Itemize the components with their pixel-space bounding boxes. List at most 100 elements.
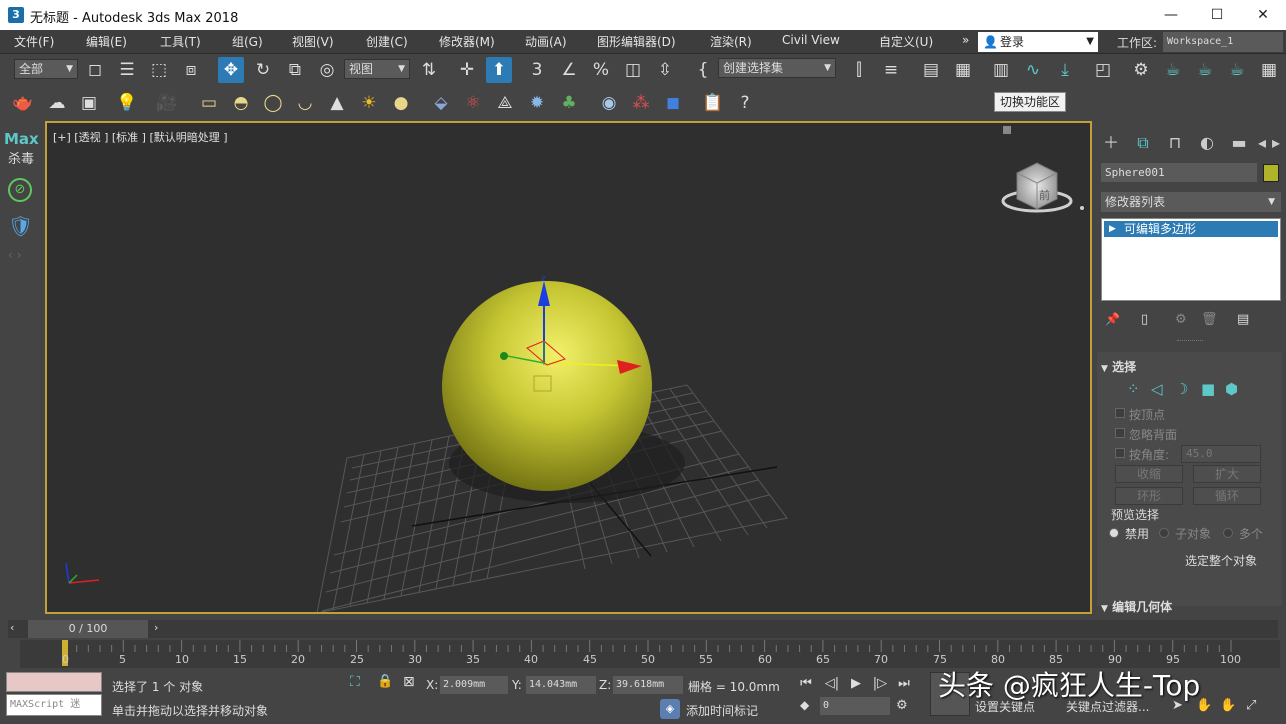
menu-customize[interactable]: 自定义(U)	[879, 33, 933, 50]
spinner-snap-icon[interactable]: ◫	[620, 57, 646, 83]
select-manipulate-icon[interactable]: ✛	[454, 57, 480, 83]
hemisphere-icon[interactable]: ◓	[228, 90, 254, 116]
object-name-field[interactable]: Sphere001	[1101, 163, 1257, 182]
minimize-button[interactable]: —	[1148, 0, 1194, 30]
rendered-frame-window-icon[interactable]: ☕	[1160, 57, 1186, 83]
rectangular-selection-icon[interactable]: ⬚	[146, 57, 172, 83]
element-mode-icon[interactable]: ⬢	[1225, 380, 1238, 398]
maxscript-listener[interactable]	[6, 672, 102, 692]
expand-arrow-icon[interactable]: ▶	[1109, 221, 1116, 237]
select-and-scale-icon[interactable]: ⧉	[282, 57, 308, 83]
shrink-button[interactable]: 收缩	[1115, 465, 1183, 483]
remove-modifier-icon[interactable]: 🗑	[1201, 312, 1218, 327]
chevron-left-icon[interactable]: ◂	[1255, 130, 1269, 156]
chevron-left-icon[interactable]: ‹	[10, 621, 14, 634]
time-tag-icon[interactable]: ◈	[660, 699, 680, 719]
time-slider[interactable]: ‹ 0 / 100 ›	[8, 620, 1278, 638]
lock-icon[interactable]: 🔒	[377, 674, 393, 689]
angle-snap-icon[interactable]: ∠	[556, 57, 582, 83]
select-whole-object[interactable]: 选定整个对象	[1185, 552, 1257, 569]
select-and-rotate-icon[interactable]: ↻	[250, 57, 276, 83]
collapse-arrows-icon[interactable]: ‹ ›	[8, 248, 21, 262]
align-icon[interactable]: ≡	[878, 57, 904, 83]
sun-icon[interactable]: ☀	[356, 90, 382, 116]
show-end-result-icon[interactable]: ▯	[1141, 312, 1148, 327]
selection-rollout-title[interactable]: ▼ 选择	[1101, 358, 1281, 375]
shield-icon[interactable]: 🛡	[8, 214, 33, 240]
make-unique-icon[interactable]: ⚙	[1175, 312, 1187, 327]
preview-off-radio[interactable]	[1109, 528, 1119, 538]
curve-editor-icon[interactable]: ∿	[1020, 57, 1046, 83]
go-to-start-icon[interactable]: ⏮	[796, 674, 816, 694]
angle-value-spinner[interactable]: 45.0	[1181, 445, 1261, 463]
close-button[interactable]: ✕	[1240, 0, 1286, 30]
workspace-select[interactable]: Workspace_1	[1163, 32, 1283, 52]
by-angle-checkbox[interactable]	[1115, 448, 1125, 458]
select-object-icon[interactable]: ◻	[82, 57, 108, 83]
menu-create[interactable]: 创建(C)	[366, 33, 408, 50]
render-production-icon[interactable]: ☕	[1192, 57, 1218, 83]
select-by-name-icon[interactable]: ☰	[114, 57, 140, 83]
multi-material-icon[interactable]: ⁂	[628, 90, 654, 116]
maximize-button[interactable]: ☐	[1194, 0, 1240, 30]
render-in-cloud-icon[interactable]: ☕	[1224, 57, 1250, 83]
loop-button[interactable]: 循环	[1193, 487, 1261, 505]
molecule-icon[interactable]: ⚛	[460, 90, 486, 116]
pyramid-icon[interactable]: ⟁	[492, 90, 518, 116]
preview-subobject-radio[interactable]	[1159, 528, 1169, 538]
current-frame-field[interactable]: 0	[820, 697, 890, 715]
menu-modifiers[interactable]: 修改器(M)	[439, 33, 495, 50]
named-selection-dropdown[interactable]: 创建选择集 ▼	[718, 58, 836, 78]
create-tab-icon[interactable]: ＋	[1097, 130, 1125, 156]
spinner-arrows-icon[interactable]: ⇳	[652, 57, 678, 83]
configure-modifier-sets-icon[interactable]: ▤	[1237, 312, 1249, 327]
vertex-mode-icon[interactable]: ⁘	[1127, 380, 1140, 398]
clipboard-icon[interactable]: 📋	[700, 90, 726, 116]
grow-button[interactable]: 扩大	[1193, 465, 1261, 483]
orbit-icon[interactable]: ✋	[1220, 698, 1236, 713]
modifier-stack[interactable]: ▶ 可编辑多边形	[1101, 218, 1281, 301]
perspective-viewport[interactable]: [+] [透视 ] [标准 ] [默认明暗处理 ] z 前	[45, 121, 1092, 614]
menu-animation[interactable]: 动画(A)	[525, 33, 567, 50]
next-frame-icon[interactable]: |▷	[870, 674, 890, 694]
maximize-viewport-icon[interactable]: ⤢	[1246, 698, 1256, 713]
a360-gallery-icon[interactable]: ▦	[1256, 57, 1282, 83]
maxscript-mini-input[interactable]: MAXScript 迷	[6, 694, 102, 716]
menu-group[interactable]: 组(G)	[232, 33, 263, 50]
percent-snap-icon[interactable]: %	[588, 57, 614, 83]
chevron-right-icon[interactable]: ▸	[1269, 130, 1283, 156]
menu-overflow-icon[interactable]: »	[962, 33, 969, 47]
menu-graph-editors[interactable]: 图形编辑器(D)	[597, 33, 676, 50]
snaps-toggle-icon[interactable]: 3	[524, 57, 550, 83]
play-icon[interactable]: ▶	[846, 674, 866, 694]
pivot-center-icon[interactable]: ⇅	[416, 57, 442, 83]
go-to-end-icon[interactable]: ⏭	[894, 674, 914, 694]
time-config-icon[interactable]: ⚙	[896, 698, 908, 713]
select-and-move-icon[interactable]: ✥	[218, 57, 244, 83]
stack-item-editable-poly[interactable]: ▶ 可编辑多边形	[1104, 221, 1278, 237]
menu-views[interactable]: 视图(V)	[292, 33, 334, 50]
render-setup-icon[interactable]: ⚙	[1128, 57, 1154, 83]
bowl-icon[interactable]: ◡	[292, 90, 318, 116]
pin-stack-icon[interactable]: 📌	[1105, 312, 1120, 326]
border-mode-icon[interactable]: ☽	[1175, 380, 1188, 398]
polygon-mode-icon[interactable]: ■	[1201, 380, 1215, 398]
menu-civil-view[interactable]: Civil View	[782, 33, 840, 47]
cone-icon[interactable]: ▲	[324, 90, 350, 116]
ignore-backfacing-checkbox[interactable]	[1115, 428, 1125, 438]
torus-icon[interactable]: ◯	[260, 90, 286, 116]
object-color-swatch[interactable]	[1263, 164, 1279, 182]
z-coord-field[interactable]: 39.618mm	[613, 676, 683, 694]
isolate-selection-icon[interactable]: ⛶	[350, 674, 360, 690]
edit-named-selection-icon[interactable]: {	[690, 57, 716, 83]
plant-icon[interactable]: ♣	[556, 90, 582, 116]
key-mode-icon[interactable]: ◆	[800, 698, 809, 712]
camera-icon[interactable]: 🎥	[154, 90, 180, 116]
modify-tab-icon[interactable]: ⧉	[1129, 130, 1157, 156]
menu-rendering[interactable]: 渲染(R)	[710, 33, 752, 50]
grid-object-icon[interactable]: ⬙	[428, 90, 454, 116]
keyboard-shortcut-override-icon[interactable]: ⬆	[486, 57, 512, 83]
display-tab-icon[interactable]: ▬	[1225, 130, 1253, 156]
material-map-icon[interactable]: ◼	[660, 90, 686, 116]
reference-coord-dropdown[interactable]: 视图 ▼	[344, 59, 410, 79]
